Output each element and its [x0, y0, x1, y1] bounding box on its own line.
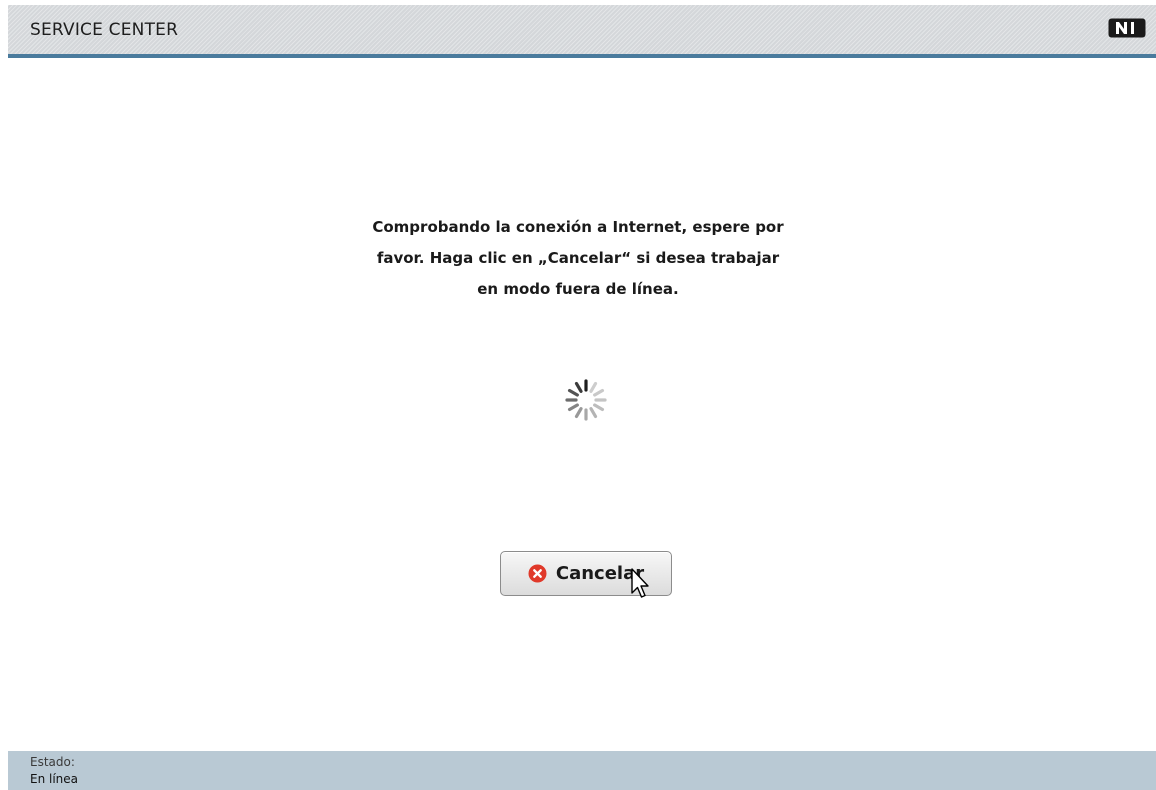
mouse-cursor-icon [631, 568, 649, 598]
header-title: SERVICE CENTER [30, 20, 179, 40]
message-line-3: en modo fuera de línea. [477, 280, 679, 298]
ni-logo [1108, 18, 1146, 38]
connection-check-message: Comprobando la conexión a Internet, espe… [328, 212, 828, 305]
message-line-1: Comprobando la conexión a Internet, espe… [372, 218, 784, 236]
header-bar: SERVICE CENTER [8, 5, 1156, 58]
loading-spinner-icon [565, 379, 607, 421]
close-circle-icon [528, 564, 547, 583]
status-label: Estado: [30, 755, 75, 769]
message-line-2: favor. Haga clic en „Cancelar“ si desea … [376, 249, 780, 267]
service-center-window: SERVICE CENTER Comprobando la conexión a… [0, 0, 1156, 790]
status-value: En línea [30, 772, 79, 786]
status-bar: Estado: En línea [8, 751, 1156, 790]
